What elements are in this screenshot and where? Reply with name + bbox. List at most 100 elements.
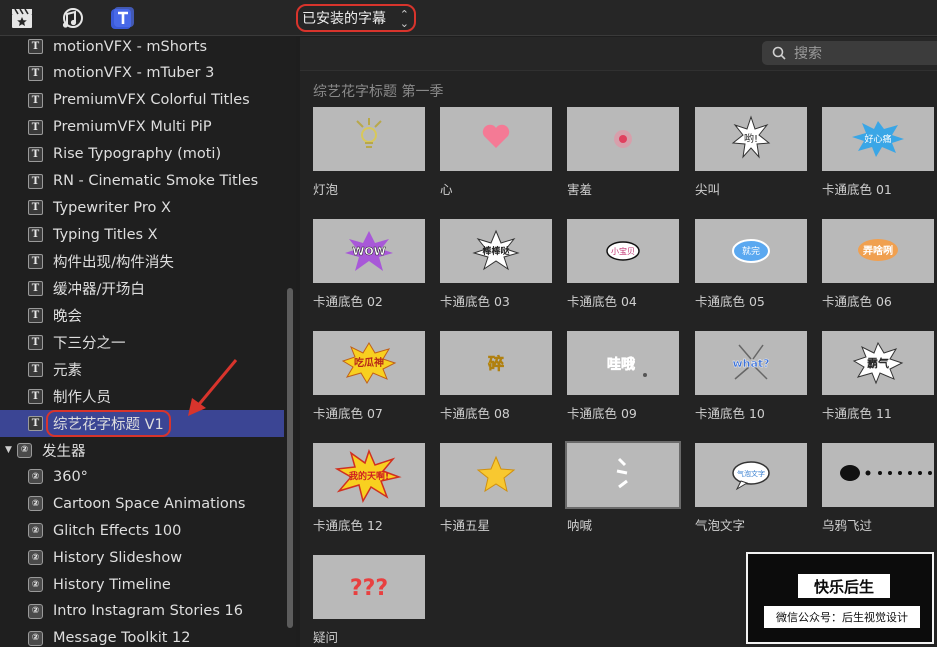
thumbnail-art: 小宝贝 <box>606 241 640 261</box>
title-thumbnail[interactable] <box>313 107 425 171</box>
sidebar-item[interactable]: ② Intro Instagram Stories 16 <box>0 598 284 625</box>
thumbnail-art: 就完 <box>732 239 770 263</box>
title-thumbnail[interactable] <box>440 107 552 171</box>
title-tile-label: 卡通底色 10 <box>695 406 765 421</box>
title-thumbnail[interactable] <box>567 107 679 171</box>
sidebar-item-label: Typewriter Pro X <box>53 199 171 216</box>
sidebar-item[interactable]: T 下三分之一 <box>0 329 284 356</box>
sidebar-item[interactable]: ② Cartoon Space Animations <box>0 490 284 517</box>
title-thumbnail[interactable]: 弄啥咧 <box>822 219 934 283</box>
title-tile[interactable]: 棒棒哒 卡通底色 03 <box>440 219 552 310</box>
title-tile[interactable]: 小宝贝 卡通底色 04 <box>567 219 679 310</box>
title-thumbnail[interactable]: WOW <box>313 219 425 283</box>
thumbnail-art: ??? <box>350 576 388 601</box>
sidebar-item[interactable]: T 晚会 <box>0 302 284 329</box>
sidebar-item-label: Message Toolkit 12 <box>53 630 191 647</box>
sidebar-item[interactable]: T Rise Typography (moti) <box>0 141 284 168</box>
title-tile-label: 卡通底色 11 <box>822 406 892 421</box>
title-tile[interactable]: 好心痛 卡通底色 01 <box>822 107 934 198</box>
sidebar-item[interactable]: ② 360° <box>0 463 284 490</box>
title-tile[interactable]: 乌鸦飞过 <box>822 443 934 534</box>
svg-text:what?: what? <box>732 357 769 370</box>
svg-text:气泡文字: 气泡文字 <box>737 469 765 478</box>
sidebar-item[interactable]: T 构件出现/构件消失 <box>0 248 284 275</box>
svg-text:吃瓜神: 吃瓜神 <box>354 356 384 369</box>
title-thumbnail[interactable]: 好心痛 <box>822 107 934 171</box>
title-tile[interactable]: 灯泡 <box>313 107 425 198</box>
sidebar-item[interactable]: TmotionVFX - mTuber 3 <box>0 60 284 87</box>
sidebar-item-label: 发生器 <box>42 443 86 460</box>
title-t-icon[interactable] <box>110 6 134 30</box>
sidebar-item[interactable]: ② History Timeline <box>0 571 284 598</box>
title-thumbnail[interactable]: 我的天啊! <box>313 443 425 507</box>
sidebar-item[interactable]: ② History Slideshow <box>0 544 284 571</box>
title-tile[interactable]: 心 <box>440 107 552 198</box>
sidebar-item[interactable]: T 缓冲器/开场白 <box>0 275 284 302</box>
title-tile[interactable]: ??? 疑问 <box>313 555 425 646</box>
title-tile[interactable]: 我的天啊! 卡通底色 12 <box>313 443 425 534</box>
title-tile[interactable]: 害羞 <box>567 107 679 198</box>
generator-item-icon: ② <box>28 577 43 592</box>
title-item-icon: T <box>28 173 43 189</box>
title-tile[interactable]: 弄啥咧 卡通底色 06 <box>822 219 934 310</box>
sidebar-item[interactable]: ② Glitch Effects 100 <box>0 517 284 544</box>
title-tile-label: 气泡文字 <box>695 518 746 533</box>
thumbnail-art: WOW <box>345 231 393 271</box>
thumbnail-art: 棒棒哒 <box>472 229 520 271</box>
title-thumbnail[interactable] <box>822 443 934 507</box>
sidebar-item[interactable]: T PremiumVFX Multi PiP <box>0 114 284 141</box>
title-tile[interactable]: what? 卡通底色 10 <box>695 331 807 422</box>
sidebar-item[interactable]: T Typing Titles X <box>0 221 284 248</box>
browser-source-label: 已安装的字幕 <box>302 11 386 27</box>
title-thumbnail[interactable]: 哇哦 <box>567 331 679 395</box>
thumbnail-art: 好心痛 <box>852 121 904 157</box>
sidebar-item[interactable]: ② Message Toolkit 12 <box>0 625 284 647</box>
sidebar-item-label: 晚会 <box>53 309 82 325</box>
search-bar: 搜索 <box>300 37 937 71</box>
title-thumbnail[interactable] <box>565 441 681 509</box>
title-thumbnail[interactable]: 哟! <box>695 107 807 171</box>
red-arrow-annotation <box>188 359 238 416</box>
title-tile[interactable]: WOW 卡通底色 02 <box>313 219 425 310</box>
sidebar-item-label: Intro Instagram Stories 16 <box>53 603 243 620</box>
title-tile-label: 卡通五星 <box>440 518 491 533</box>
sidebar-item-label: 下三分之一 <box>53 335 126 352</box>
title-thumbnail[interactable]: 小宝贝 <box>567 219 679 283</box>
title-tile[interactable]: 碎卡通底色 08 <box>440 331 552 422</box>
title-thumbnail[interactable] <box>440 443 552 507</box>
thumbnail-art: 弄啥咧 <box>858 239 898 261</box>
title-thumbnail[interactable]: 就完 <box>695 219 807 283</box>
title-thumbnail[interactable]: 碎 <box>440 331 552 395</box>
title-tile[interactable]: 气泡文字 气泡文字 <box>695 443 807 534</box>
search-field[interactable]: 搜索 <box>762 41 937 65</box>
title-tile[interactable]: 哇哦 卡通底色 09 <box>567 331 679 422</box>
sidebar-item[interactable]: T Typewriter Pro X <box>0 194 284 221</box>
title-thumbnail[interactable]: 霸气 <box>822 331 934 395</box>
title-thumbnail[interactable]: ??? <box>313 555 425 619</box>
clapper-star-icon[interactable] <box>10 6 34 30</box>
title-tile[interactable]: 哟! 尖叫 <box>695 107 807 198</box>
title-thumbnail[interactable]: 吃瓜神 <box>313 331 425 395</box>
sidebar-group-row[interactable]: ▼ ② 发生器 <box>0 437 284 464</box>
watermark-badge: 快乐后生 微信公众号：后生视觉设计 <box>746 552 934 644</box>
disclosure-triangle-icon[interactable]: ▼ <box>5 445 13 455</box>
title-tile[interactable]: 就完 卡通底色 05 <box>695 219 807 310</box>
sidebar-scrollbar[interactable] <box>287 288 293 628</box>
music-photo-icon[interactable] <box>60 6 84 30</box>
library-sidebar: TmotionVFX - mShorts TmotionVFX - mTuber … <box>0 36 296 647</box>
title-tile[interactable]: 霸气卡通底色 11 <box>822 331 934 422</box>
title-tile-label: 灯泡 <box>313 182 339 197</box>
title-item-icon: T <box>28 334 43 350</box>
title-tile[interactable]: 呐喊 <box>565 441 681 534</box>
sidebar-item[interactable]: TmotionVFX - mShorts <box>0 36 284 60</box>
sidebar-item-label: History Timeline <box>53 576 171 593</box>
sidebar-item[interactable]: T RN - Cinematic Smoke Titles <box>0 168 284 195</box>
sidebar-item[interactable]: T PremiumVFX Colorful Titles <box>0 87 284 114</box>
thumbnail-art: 我的天啊! <box>334 448 402 503</box>
title-tile[interactable]: 卡通五星 <box>440 443 552 534</box>
title-thumbnail[interactable]: 棒棒哒 <box>440 219 552 283</box>
browser-source-select[interactable]: 已安装的字幕 ⌃ ⌄ <box>296 4 416 32</box>
title-thumbnail[interactable]: what? <box>695 331 807 395</box>
title-thumbnail[interactable]: 气泡文字 <box>695 443 807 507</box>
title-tile[interactable]: 吃瓜神 卡通底色 07 <box>313 331 425 422</box>
